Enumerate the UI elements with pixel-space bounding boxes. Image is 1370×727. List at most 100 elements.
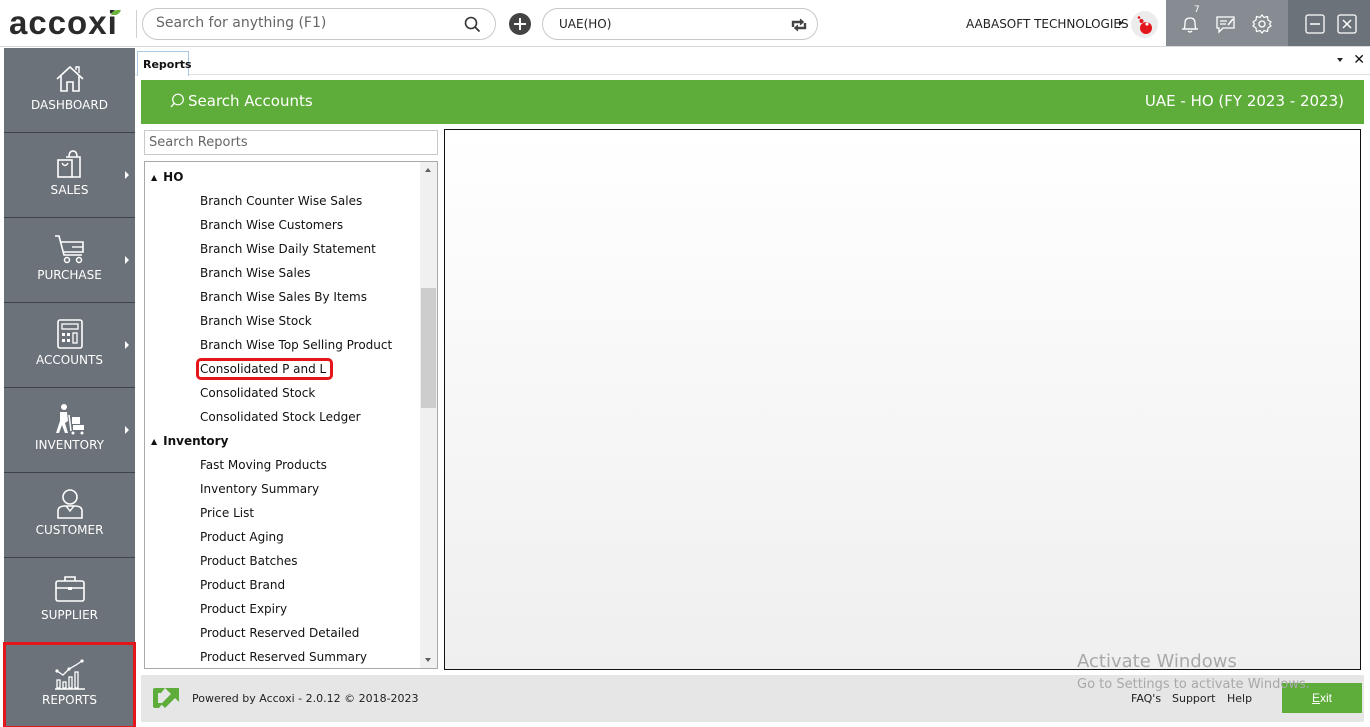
company-name[interactable]: AABASOFT TECHNOLOGIES (966, 17, 1129, 31)
report-item[interactable]: Product Reserved Detailed (200, 626, 359, 640)
chevron-up-icon[interactable]: ▲ (151, 173, 157, 182)
accoxi-logo: accoxi (9, 4, 121, 41)
sidebar: DASHBOARD SALES PURCHASE ACCOUNTS INVENT… (3, 48, 136, 727)
caret-right-icon (125, 341, 129, 349)
reports-header: Search Accounts UAE - HO (FY 2023 - 2023… (141, 80, 1364, 124)
global-search-input[interactable] (156, 15, 456, 31)
report-item[interactable]: Inventory Summary (200, 482, 319, 496)
help-link[interactable]: Help (1227, 692, 1252, 705)
sidebar-item-accounts[interactable]: ACCOUNTS (4, 303, 135, 388)
minimize-icon[interactable] (1304, 13, 1326, 35)
report-item[interactable]: Branch Counter Wise Sales (200, 194, 362, 208)
user-icon (57, 489, 83, 519)
scrollbar-thumb[interactable] (421, 288, 436, 408)
report-item-consolidated-p-and-l[interactable]: Consolidated P and L (195, 358, 334, 380)
caret-right-icon (125, 256, 129, 264)
caret-right-icon (125, 171, 129, 179)
chart-icon (55, 659, 85, 690)
exit-label-mnemonic: E (1311, 691, 1320, 705)
sidebar-item-supplier[interactable]: SUPPLIER (4, 558, 135, 643)
sidebar-item-label: SUPPLIER (40, 608, 99, 622)
refresh-icon[interactable] (789, 15, 809, 35)
logo-leaf-icon (111, 10, 121, 15)
top-icons-panel (1166, 0, 1288, 46)
tree-group-ho[interactable]: ▲ HO (151, 170, 183, 184)
exit-label: xit (1320, 691, 1332, 705)
support-link[interactable]: Support (1172, 692, 1215, 705)
add-icon[interactable] (509, 13, 531, 35)
scroll-down-icon[interactable] (425, 658, 431, 662)
scroll-up-icon[interactable] (425, 168, 431, 172)
report-item[interactable]: Price List (200, 506, 254, 520)
bell-icon[interactable] (1179, 13, 1201, 35)
search-reports-input[interactable] (145, 131, 437, 154)
shopping-bag-icon (57, 150, 81, 178)
gear-icon[interactable] (1251, 13, 1273, 35)
tab-strip: Reports ✕ (135, 48, 1370, 76)
chevron-up-icon[interactable]: ▲ (151, 437, 157, 446)
branch-value: UAE(HO) (559, 17, 612, 31)
sidebar-item-reports[interactable]: REPORTS (3, 642, 136, 727)
report-item[interactable]: Branch Wise Sales (200, 266, 310, 280)
caret-right-icon (125, 426, 129, 434)
app-window: accoxi UAE(HO) AABASOFT TECHNOLOGIES (0, 0, 1370, 727)
search-icon (170, 93, 184, 108)
message-icon[interactable] (1215, 13, 1237, 35)
briefcase-icon (55, 576, 85, 602)
report-item[interactable]: Branch Wise Stock (200, 314, 312, 328)
tree-group-inventory[interactable]: ▲ Inventory (151, 434, 228, 448)
company-logo-icon (1131, 11, 1158, 38)
divider (136, 10, 137, 38)
top-bar: accoxi UAE(HO) AABASOFT TECHNOLOGIES (0, 0, 1370, 47)
sidebar-item-label: PURCHASE (37, 268, 102, 282)
home-icon (56, 65, 84, 92)
logo-text: accoxi (9, 4, 118, 41)
sidebar-item-label: DASHBOARD (31, 98, 108, 112)
window-controls (1288, 0, 1370, 46)
search-accounts-button[interactable]: Search Accounts (170, 92, 313, 110)
sidebar-item-customer[interactable]: CUSTOMER (4, 473, 135, 558)
global-search-box[interactable] (142, 8, 496, 40)
tree-scrollbar[interactable] (420, 162, 437, 668)
sidebar-item-purchase[interactable]: PURCHASE (4, 218, 135, 303)
activate-windows-subtext: Go to Settings to activate Windows. (1077, 677, 1310, 692)
report-content-panel (444, 129, 1361, 670)
tab-close-icon[interactable]: ✕ (1353, 52, 1365, 68)
sidebar-item-inventory[interactable]: INVENTORY (4, 388, 135, 473)
inventory-worker-icon (56, 404, 84, 435)
sidebar-item-label: INVENTORY (35, 438, 104, 452)
report-item[interactable]: Branch Wise Sales By Items (200, 290, 367, 304)
sidebar-item-label: SALES (50, 183, 89, 197)
search-icon[interactable] (464, 16, 481, 33)
activate-windows-watermark: Activate Windows (1077, 651, 1237, 672)
report-item[interactable]: Consolidated Stock Ledger (200, 410, 361, 424)
sidebar-item-dashboard[interactable]: DASHBOARD (4, 48, 135, 133)
report-item[interactable]: Branch Wise Top Selling Product (200, 338, 392, 352)
report-item[interactable]: Branch Wise Customers (200, 218, 343, 232)
search-accounts-label: Search Accounts (188, 92, 313, 110)
report-item[interactable]: Product Batches (200, 554, 298, 568)
report-item[interactable]: Product Brand (200, 578, 285, 592)
branch-selector[interactable]: UAE(HO) (542, 8, 818, 40)
report-item[interactable]: Consolidated Stock (200, 386, 315, 400)
report-item[interactable]: Branch Wise Daily Statement (200, 242, 376, 256)
notification-count: 7 (1194, 5, 1200, 15)
tab-reports[interactable]: Reports (137, 51, 192, 76)
report-item[interactable]: Product Aging (200, 530, 284, 544)
sidebar-item-sales[interactable]: SALES (4, 133, 135, 218)
report-item[interactable]: Product Reserved Summary (200, 650, 367, 664)
report-item[interactable]: Fast Moving Products (200, 458, 327, 472)
reports-tree: ▲ HO Branch Counter Wise Sales Branch Wis… (144, 161, 438, 669)
group-label: HO (163, 170, 184, 184)
calculator-icon (57, 319, 83, 349)
sidebar-item-label: REPORTS (41, 693, 97, 707)
faqs-link[interactable]: FAQ's (1131, 692, 1161, 705)
search-reports-box[interactable] (144, 130, 438, 155)
sidebar-item-label: CUSTOMER (35, 523, 104, 537)
caret-right-icon[interactable] (1119, 20, 1123, 26)
tab-dropdown-icon[interactable] (1337, 58, 1343, 62)
powered-by-text: Powered by Accoxi - 2.0.12 © 2018-2023 (192, 692, 419, 705)
report-item[interactable]: Product Expiry (200, 602, 287, 616)
close-icon[interactable] (1336, 13, 1358, 35)
sidebar-item-label: ACCOUNTS (36, 353, 103, 367)
